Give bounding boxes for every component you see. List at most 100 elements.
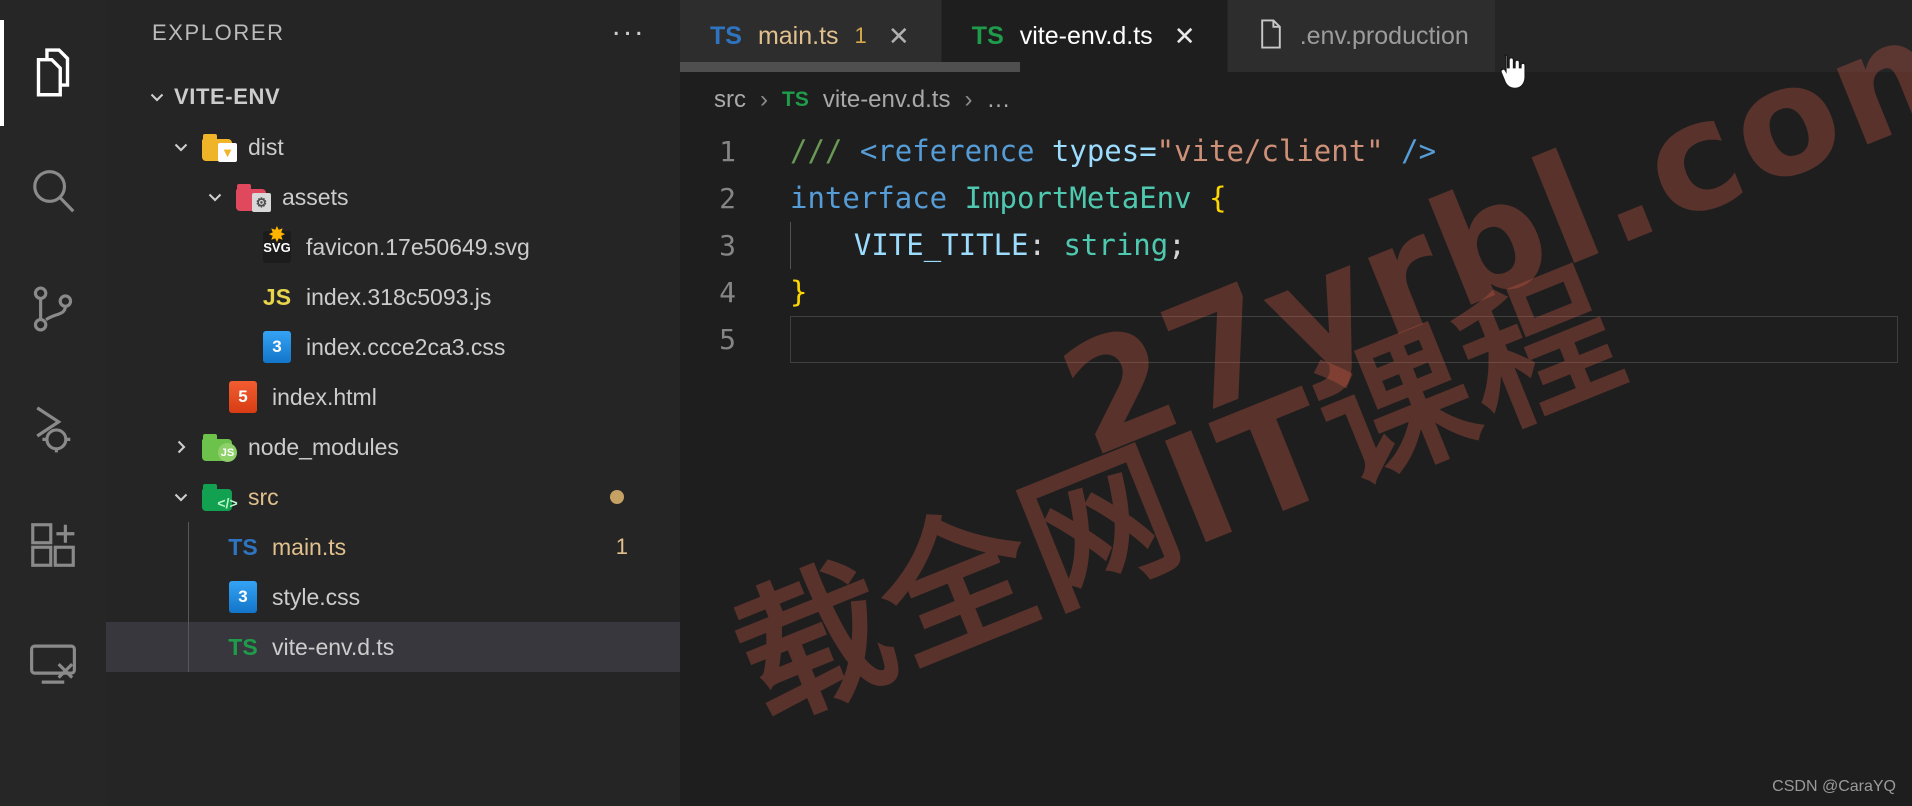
line-number: 1 xyxy=(719,135,736,168)
activity-item-source-control[interactable] xyxy=(0,250,106,368)
tree-row-main-ts[interactable]: TS main.ts 1 xyxy=(106,522,680,572)
files-icon xyxy=(24,43,82,103)
chevron-down-icon[interactable] xyxy=(140,86,174,108)
chevron-down-icon[interactable] xyxy=(164,486,198,508)
tree-row-index-css[interactable]: 3 index.ccce2ca3.css xyxy=(106,322,680,372)
code-line-content: VITE_TITLE: string; xyxy=(819,222,1186,269)
tab-label: main.ts xyxy=(757,21,839,50)
remote-icon xyxy=(26,636,80,690)
ts-green-icon: TS xyxy=(782,88,809,111)
close-icon[interactable]: ✕ xyxy=(883,23,915,49)
ts-blue-icon: TS xyxy=(228,533,258,560)
chevron-right-icon[interactable] xyxy=(164,436,198,458)
code-line: 1 /// <reference types="vite/client" /> xyxy=(680,128,1912,175)
code-line: 3 VITE_TITLE: string; xyxy=(680,222,1912,269)
tree-label: index.ccce2ca3.css xyxy=(306,333,506,360)
activity-item-extensions[interactable] xyxy=(0,486,106,604)
code-token: /// xyxy=(790,134,860,168)
tree-label: style.css xyxy=(272,583,361,610)
tree-label: node_modules xyxy=(248,433,399,460)
folder-src-icon: </> xyxy=(198,483,240,511)
chevron-right-icon: › xyxy=(964,86,973,113)
code-token: : xyxy=(1028,228,1064,262)
line-number: 2 xyxy=(719,182,736,215)
code-line-content: } xyxy=(790,269,807,316)
tree-label: assets xyxy=(282,183,349,210)
tab-bar: TS main.ts 1 ✕ TS vite-env.d.ts ✕ .env.p… xyxy=(680,0,1912,72)
sidebar-more-actions-button[interactable]: ... xyxy=(612,11,646,46)
code-token: "vite/client" xyxy=(1156,134,1384,168)
sidebar: EXPLORER ... VITE-ENV ▼ dist ⚙ assets ✸ … xyxy=(106,0,680,806)
tree-row-vite-env-d-ts[interactable]: TS vite-env.d.ts xyxy=(106,622,680,672)
chevron-down-icon[interactable] xyxy=(198,186,232,208)
tree-label: index.318c5093.js xyxy=(306,283,492,310)
extensions-icon xyxy=(26,518,80,572)
code-line: 2 interface ImportMetaEnv { xyxy=(680,175,1912,222)
tree-label: main.ts xyxy=(272,533,347,560)
vscode-window: EXPLORER ... VITE-ENV ▼ dist ⚙ assets ✸ … xyxy=(0,0,1912,806)
problem-count-badge: 1 xyxy=(615,534,628,559)
indent-guide xyxy=(790,222,791,269)
tree-label: src xyxy=(248,483,279,510)
tree-row-root[interactable]: VITE-ENV xyxy=(106,72,680,122)
tab-bar-filler xyxy=(1495,0,1912,72)
line-number: 3 xyxy=(719,229,736,262)
close-icon[interactable]: ✕ xyxy=(1169,23,1201,49)
folder-assets-icon: ⚙ xyxy=(232,183,274,212)
activity-item-remote-explorer[interactable] xyxy=(0,604,106,722)
svg-icon: ✸ SVG xyxy=(256,226,298,263)
folder-dist-icon: ▼ xyxy=(198,133,240,162)
code-line: 4 } xyxy=(680,269,1912,316)
line-number: 4 xyxy=(719,276,736,309)
tree-row-dist[interactable]: ▼ dist xyxy=(106,122,680,172)
search-icon xyxy=(26,164,80,218)
tree-row-index-html[interactable]: 5 index.html xyxy=(106,372,680,422)
tree-row-style-css[interactable]: 3 style.css xyxy=(106,572,680,622)
js-icon: JS xyxy=(262,283,292,310)
modified-dot-indicator xyxy=(610,490,624,504)
code-token: VITE_TITLE xyxy=(819,228,1029,262)
tree-label: vite-env.d.ts xyxy=(272,633,395,660)
code-line-current: 5 xyxy=(680,316,1912,363)
activity-item-run-and-debug[interactable] xyxy=(0,368,106,486)
attribution-label: CSDN @CaraYQ xyxy=(1772,778,1896,795)
breadcrumb: src › TS vite-env.d.ts › … xyxy=(680,72,1912,128)
activity-item-search[interactable] xyxy=(0,132,106,250)
tab-bar-scrollbar[interactable] xyxy=(680,62,1020,72)
code-token: { xyxy=(1209,181,1227,215)
line-number: 5 xyxy=(719,323,736,356)
file-icon xyxy=(1258,18,1284,55)
code-token: interface xyxy=(790,181,965,215)
ts-green-icon: TS xyxy=(228,633,258,660)
tree-row-index-js[interactable]: JS index.318c5093.js xyxy=(106,272,680,322)
code-line-content: /// <reference types="vite/client" /> xyxy=(790,128,1436,175)
sidebar-title: EXPLORER xyxy=(152,20,285,45)
editor-group: TS main.ts 1 ✕ TS vite-env.d.ts ✕ .env.p… xyxy=(680,0,1912,806)
tree-label: dist xyxy=(248,133,284,160)
breadcrumb-item-src[interactable]: src xyxy=(714,86,746,114)
css-icon: 3 xyxy=(256,331,298,363)
tree-row-assets[interactable]: ⚙ assets xyxy=(106,172,680,222)
chevron-down-icon[interactable] xyxy=(164,136,198,158)
activity-bar xyxy=(0,0,106,806)
file-tree: VITE-ENV ▼ dist ⚙ assets ✸ SVG favicon.1… xyxy=(106,66,680,672)
run-debug-icon xyxy=(26,400,80,454)
tab-env-production[interactable]: .env.production xyxy=(1227,0,1496,72)
ts-blue-icon: TS xyxy=(710,21,742,50)
tree-row-src[interactable]: </> src xyxy=(106,472,680,522)
code-editor[interactable]: 1 /// <reference types="vite/client" /> … xyxy=(680,128,1912,806)
breadcrumb-item-symbol[interactable]: … xyxy=(986,86,1010,114)
folder-node-icon: JS xyxy=(198,433,240,462)
tab-label: .env.production xyxy=(1299,21,1469,50)
html-icon: 5 xyxy=(222,381,264,413)
source-control-icon xyxy=(26,282,80,336)
code-token: types= xyxy=(1051,134,1157,168)
tree-row-favicon-svg[interactable]: ✸ SVG favicon.17e50649.svg xyxy=(106,222,680,272)
code-token: <reference xyxy=(859,134,1052,168)
code-token: } xyxy=(790,275,808,309)
tree-row-node-modules[interactable]: JS node_modules xyxy=(106,422,680,472)
tab-problem-badge: 1 xyxy=(854,23,867,48)
breadcrumb-item-file[interactable]: vite-env.d.ts xyxy=(823,86,951,114)
activity-item-explorer[interactable] xyxy=(0,14,106,132)
